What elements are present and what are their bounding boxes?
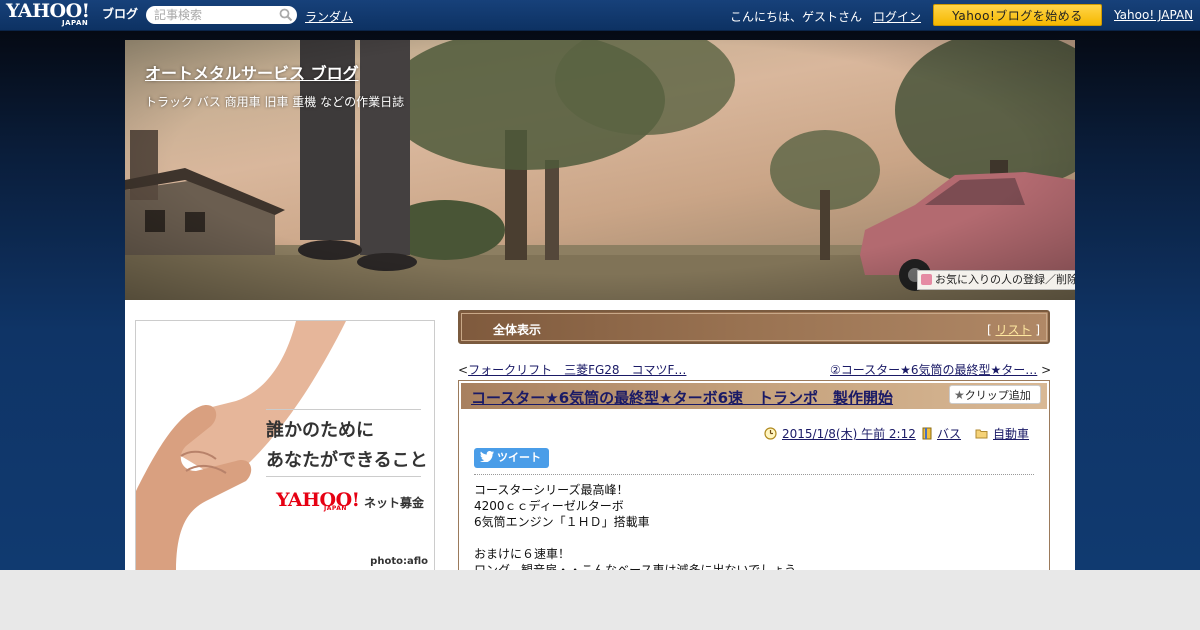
tweet-button[interactable]: ツイート (474, 448, 549, 468)
article-divider (474, 474, 1034, 475)
clip-add-button[interactable]: ★クリップ追加 (949, 385, 1041, 404)
next-article-nav: ②コースター★6気筒の最終型★ター… > (830, 363, 1052, 377)
article-tag: バス (921, 425, 961, 442)
article-title-link[interactable]: コースター★6気筒の最終型★ターボ6速 トランポ 製作開始 (471, 387, 893, 408)
list-link[interactable]: リスト (995, 323, 1031, 337)
clip-button-label: クリップ追加 (964, 389, 1031, 402)
twitter-bird-icon (480, 451, 494, 463)
folder-icon (975, 429, 988, 439)
ad-brand-sub: ネット募金 (364, 496, 425, 510)
favorite-button-label: お気に入りの人の登録／削除 (935, 273, 1075, 286)
yahoo-blog-logo[interactable]: YAHOO! JAPAN ブログ (6, 0, 138, 28)
article-entry: コースター★6気筒の最終型★ターボ6速 トランポ 製作開始 ★クリップ追加 20… (458, 380, 1050, 570)
ad-headline-2: あなたができること (266, 450, 428, 471)
blog-title-link[interactable]: オートメタルサービス ブログ (145, 60, 359, 84)
random-link[interactable]: ランダム (305, 8, 353, 25)
ad-divider-bottom (266, 476, 421, 477)
footer-strip (0, 570, 1200, 630)
list-link-wrapper: [ リスト ] (986, 323, 1040, 337)
article-category: 自動車 (975, 425, 1029, 442)
prev-article-nav: <フォークリフト 三菱FG28 コマツF… (458, 363, 687, 377)
search-input[interactable] (146, 6, 297, 24)
article-date-link[interactable]: 2015/1/8(木) 午前 2:12 (782, 427, 916, 441)
star-icon: ★ (954, 388, 965, 402)
sidebar-ad-banner[interactable]: 誰かのために あなたができること YAHOO! JAPAN ネット募金 phot… (135, 320, 435, 570)
article-body-line: ロング、観音扉・・こんなベース車は滅多に出ないでしょう (474, 563, 797, 570)
blog-description: トラック バス 商用車 旧車 重機 などの作業日誌 (145, 95, 405, 109)
ad-photo-credit: photo:aflo (370, 556, 428, 567)
global-header: YAHOO! JAPAN ブログ ランダム こんにちは、ゲストさん ログイン Y… (0, 0, 1200, 31)
article-date: 2015/1/8(木) 午前 2:12 (764, 425, 916, 442)
prev-article-link[interactable]: フォークリフト 三菱FG28 コマツF… (468, 363, 686, 377)
start-blog-button[interactable]: Yahoo!ブログを始める (933, 4, 1102, 26)
login-link[interactable]: ログイン (873, 8, 921, 25)
greeting-text: こんにちは、ゲストさん (730, 10, 863, 24)
logo-main: YAHOO! (6, 0, 90, 22)
logo-product: ブログ (102, 7, 139, 21)
section-title: 全体表示 (493, 323, 542, 337)
clock-icon (764, 427, 777, 440)
favorite-register-button[interactable]: お気に入りの人の登録／削除 (917, 270, 1075, 290)
heart-icon (921, 274, 932, 285)
ad-divider-top (266, 409, 421, 410)
article-body-line: 6気筒エンジン「１ＨＤ」搭載車 (474, 515, 650, 529)
blog-header: オートメタルサービス ブログ トラック バス 商用車 旧車 重機 などの作業日誌… (125, 40, 1075, 300)
ad-headline-1: 誰かのために (266, 420, 374, 441)
article-header: コースター★6気筒の最終型★ターボ6速 トランポ 製作開始 ★クリップ追加 (461, 383, 1047, 409)
section-header: 全体表示 [ リスト ] (458, 310, 1050, 344)
yahoo-japan-link[interactable]: Yahoo! JAPAN (1114, 8, 1193, 22)
article-body-line: おまけに６速車！ (474, 547, 571, 561)
book-icon (922, 427, 932, 440)
logo-sub: JAPAN (62, 19, 89, 27)
article-body-line: 4200ｃｃディーゼルターボ (474, 499, 624, 513)
search-icon[interactable] (279, 8, 293, 22)
tweet-button-label: ツイート (497, 451, 541, 464)
ad-yahoo-logo-sub: JAPAN (324, 505, 347, 512)
next-article-link[interactable]: ②コースター★6気筒の最終型★ター… (830, 363, 1037, 377)
article-category-link[interactable]: 自動車 (993, 427, 1029, 441)
article-body-line: コースターシリーズ最高峰！ (474, 483, 629, 497)
article-tag-link[interactable]: バス (937, 427, 961, 441)
blog-container: オートメタルサービス ブログ トラック バス 商用車 旧車 重機 などの作業日誌… (125, 40, 1075, 570)
